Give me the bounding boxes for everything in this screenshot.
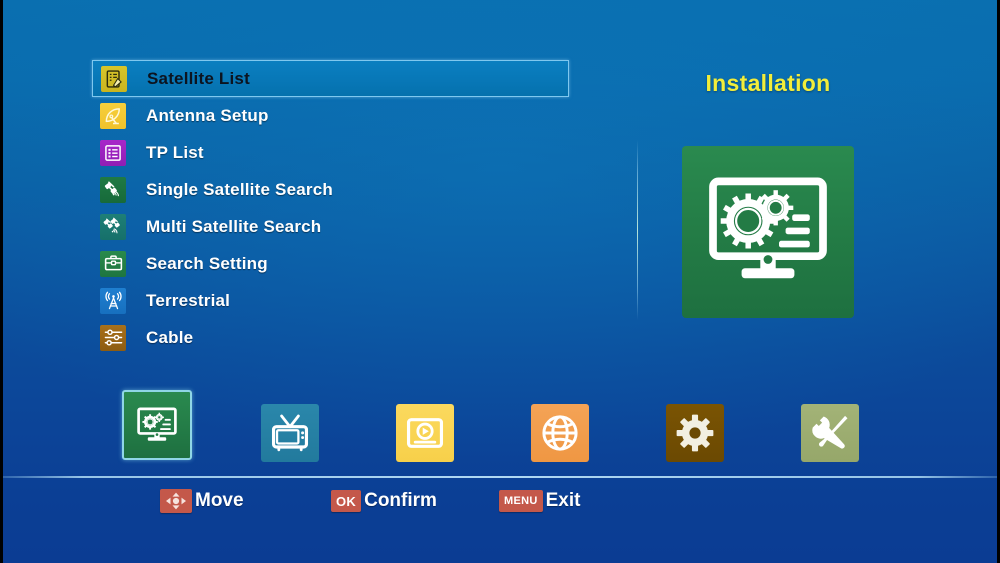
category-channel[interactable]: [261, 404, 319, 462]
media-player-icon: [406, 418, 444, 448]
menu-key-badge: MENU: [499, 490, 543, 512]
menu-item-multi-satellite-search[interactable]: Multi Satellite Search: [92, 208, 568, 245]
category-network[interactable]: [531, 404, 589, 462]
gear-icon: [676, 414, 714, 452]
page-title: Installation: [705, 70, 831, 96]
category-media[interactable]: [396, 404, 454, 462]
horizontal-divider: [3, 476, 997, 478]
hint-confirm: OK Confirm: [331, 488, 437, 514]
single-satellite-icon: [100, 176, 126, 203]
main-category-bar: [0, 390, 1000, 480]
installation-panel-icon: [682, 146, 854, 318]
ok-key-badge: OK: [331, 490, 362, 512]
menu-item-label: Multi Satellite Search: [146, 216, 322, 236]
menu-item-search-setting[interactable]: Search Setting: [92, 245, 568, 282]
antenna-tower-icon: [100, 287, 126, 314]
menu-item-label: Antenna Setup: [146, 105, 269, 125]
menu-item-single-satellite-search[interactable]: Single Satellite Search: [92, 171, 568, 208]
monitor-gears-icon: [709, 177, 827, 279]
transponder-list-icon: [100, 139, 126, 166]
tv-icon: [271, 414, 309, 452]
menu-item-label: TP List: [146, 142, 204, 162]
category-system[interactable]: [666, 404, 724, 462]
menu-item-label: Single Satellite Search: [146, 179, 333, 199]
menu-item-label: Terrestrial: [146, 290, 231, 310]
key-hint-bar: Move OK Confirm MENU Exit: [0, 488, 1000, 522]
satellite-list-icon: [101, 65, 127, 92]
hint-label: Move: [195, 490, 244, 511]
hint-label: Confirm: [364, 490, 437, 511]
category-installation[interactable]: [122, 390, 192, 460]
menu-item-cable[interactable]: Cable: [92, 319, 568, 356]
monitor-gears-icon: [137, 407, 177, 441]
hint-label: Exit: [545, 490, 581, 511]
antenna-dish-icon: [100, 102, 126, 129]
wrench-screwdriver-icon: [812, 415, 848, 449]
menu-item-antenna-setup[interactable]: Antenna Setup: [92, 97, 568, 134]
toolbox-icon: [100, 250, 126, 277]
menu-item-tp-list[interactable]: TP List: [92, 134, 568, 171]
hint-move: Move: [160, 488, 244, 514]
menu-item-label: Satellite List: [147, 68, 250, 88]
menu-item-satellite-list[interactable]: Satellite List: [92, 60, 569, 97]
menu-item-label: Search Setting: [146, 253, 268, 273]
dpad-icon: [160, 489, 192, 513]
menu-item-terrestrial[interactable]: Terrestrial: [92, 282, 568, 319]
hint-exit: MENU Exit: [499, 488, 580, 514]
category-tools[interactable]: [801, 404, 859, 462]
vertical-divider: [637, 140, 638, 320]
tv-menu-screen: Satellite List Antenna Setup TP List Sin…: [0, 0, 1000, 563]
multi-satellite-icon: [100, 213, 126, 240]
installation-menu-list: Satellite List Antenna Setup TP List Sin…: [92, 60, 569, 356]
globe-icon: [542, 415, 578, 451]
sliders-icon: [100, 324, 126, 351]
menu-item-label: Cable: [146, 327, 194, 347]
